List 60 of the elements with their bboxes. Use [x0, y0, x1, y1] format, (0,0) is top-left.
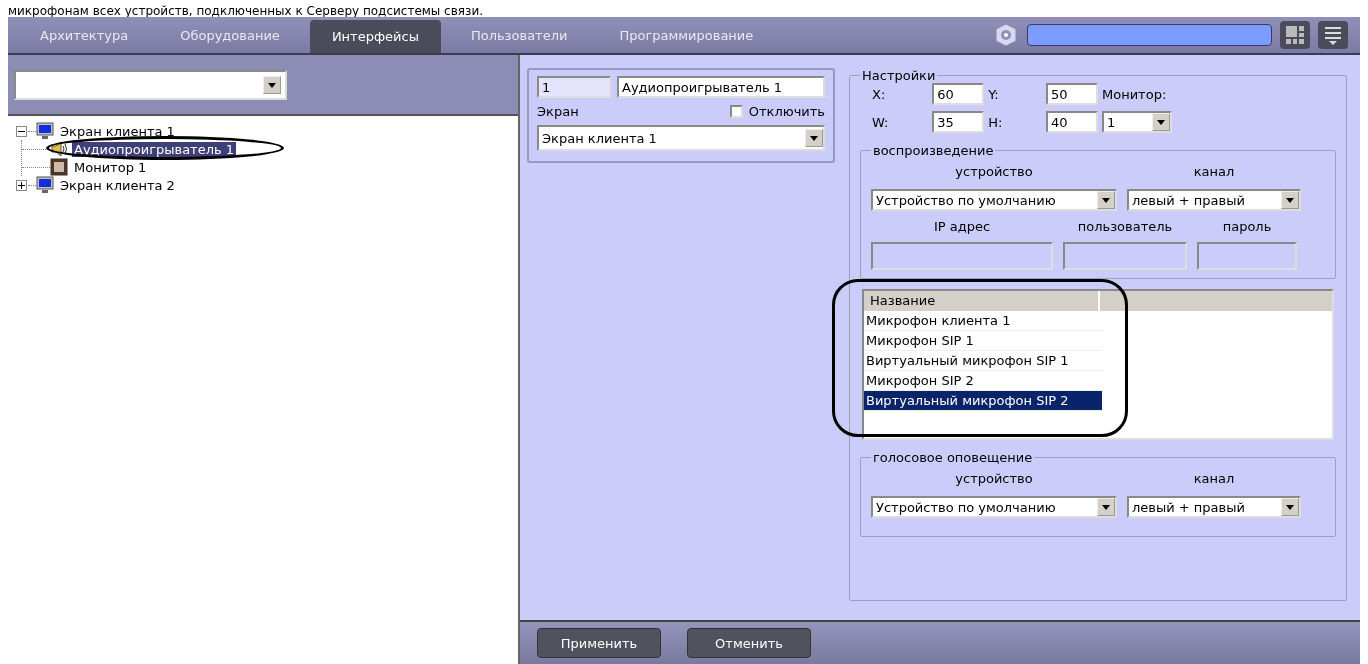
hexagon-icon — [993, 22, 1019, 48]
picture-icon — [50, 158, 68, 176]
group-title: Настройки — [861, 68, 937, 83]
device-dropdown[interactable]: Устройство по умолчанию — [871, 496, 1117, 518]
screen-label: Экран — [537, 104, 579, 119]
column-label: канал — [1192, 471, 1236, 486]
checkbox-label: Отключить — [748, 104, 825, 119]
disable-checkbox[interactable]: Отключить — [729, 104, 825, 119]
column-label: устройство — [954, 471, 1034, 486]
coordinate-field[interactable]: 50 — [1046, 83, 1098, 105]
coordinate-field[interactable]: 35 — [932, 111, 985, 133]
tree-item[interactable]: Монитор 1 — [72, 159, 149, 175]
dialog-button[interactable]: Применить — [537, 628, 661, 658]
monitor-dropdown[interactable]: 1 — [1102, 111, 1172, 133]
expander-icon[interactable] — [16, 179, 27, 191]
field-label: IP адрес — [932, 219, 992, 234]
monitor-label: Монитор: — [1102, 86, 1168, 102]
tree-item[interactable]: Экран клиента 2 — [58, 177, 177, 193]
coordinate-field[interactable]: 60 — [932, 83, 985, 105]
list-item[interactable]: Микрофон клиента 1 — [864, 311, 1102, 331]
speaker-icon — [50, 140, 68, 158]
coordinate-field[interactable]: 40 — [1046, 111, 1098, 133]
user-field[interactable] — [1063, 242, 1187, 270]
coordinate-label: W: — [872, 114, 890, 130]
column-label: канал — [1192, 164, 1236, 179]
id-field[interactable]: 1 — [537, 76, 611, 98]
channel-dropdown[interactable]: левый + правый — [1127, 496, 1301, 518]
tree-item[interactable]: Аудиопроигрыватель 1 — [72, 141, 237, 157]
coordinate-label: X: — [872, 86, 887, 102]
monitor-icon — [36, 176, 54, 194]
grid-view-button[interactable] — [1280, 21, 1310, 49]
coordinate-label: H: — [988, 114, 1004, 130]
filter-dropdown[interactable] — [14, 69, 287, 100]
group-title: воспроизведение — [872, 143, 995, 158]
search-field[interactable] — [1027, 24, 1272, 46]
device-dropdown[interactable]: Устройство по умолчанию — [871, 189, 1117, 211]
channel-dropdown[interactable]: левый + правый — [1127, 189, 1301, 211]
layout-grid-icon — [1284, 24, 1306, 46]
menu-button[interactable] — [1318, 21, 1348, 49]
field-label: пользователь — [1076, 219, 1174, 234]
screen-dropdown[interactable]: Экран клиента 1 — [537, 125, 825, 151]
menu-icon — [1322, 24, 1344, 46]
coordinate-label: Y: — [988, 86, 1000, 102]
field-label: пароль — [1221, 219, 1273, 234]
column-label: устройство — [954, 164, 1034, 179]
list-item[interactable]: Виртуальный микрофон SIP 1 — [864, 351, 1102, 371]
list-item[interactable]: Виртуальный микрофон SIP 2 — [864, 391, 1102, 411]
dialog-button[interactable]: Отменить — [687, 628, 811, 658]
expander-sign-icon — [17, 180, 26, 190]
expander-icon[interactable] — [16, 125, 27, 137]
list-item[interactable]: Микрофон SIP 1 — [864, 331, 1102, 351]
password-field[interactable] — [1197, 242, 1297, 270]
group-title: голосовое оповещение — [872, 450, 1034, 465]
name-field[interactable]: Аудиопроигрыватель 1 — [617, 76, 825, 98]
tree-item[interactable]: Экран клиента 1 — [58, 123, 177, 139]
caption-text: микрофонам всех устройств, подключенных к Серверу подсистемы связи. — [8, 4, 483, 19]
tab[interactable]: Интерфейсы — [309, 20, 441, 53]
checkbox[interactable] — [729, 105, 743, 118]
monitor-icon — [36, 122, 54, 140]
ip-field[interactable] — [871, 242, 1053, 270]
